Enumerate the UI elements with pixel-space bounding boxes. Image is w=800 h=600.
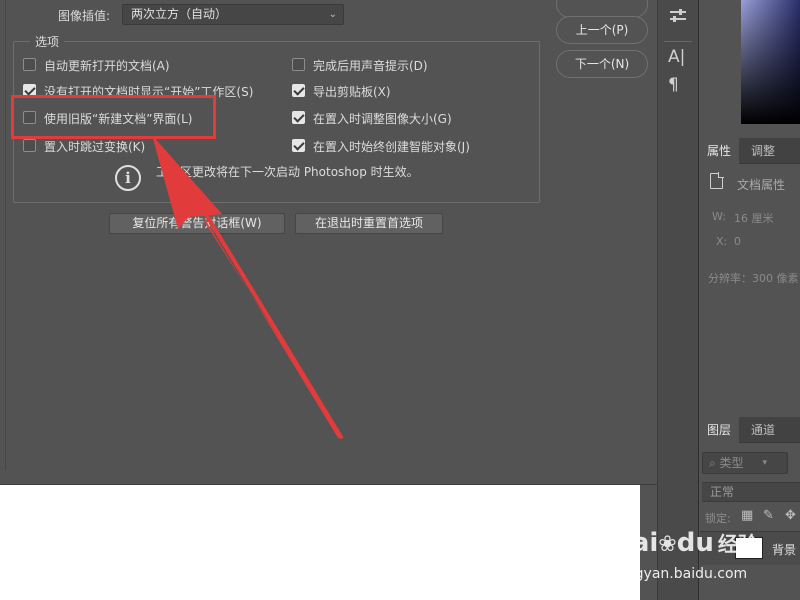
interpolation-value: 两次立方（自动） — [131, 7, 228, 21]
smart-object-label: 在置入时始终创建智能对象(J) — [313, 140, 470, 154]
layer-filter-label: 类型 — [719, 456, 744, 470]
info-icon: i — [115, 165, 141, 191]
watermark-logo: Bai❀du 经验 — [612, 528, 758, 558]
watermark-du: du — [676, 528, 714, 558]
sliders-icon[interactable] — [668, 6, 688, 31]
paw-icon: ❀ — [658, 532, 677, 557]
sound-notify-label: 完成后用声音提示(D) — [313, 59, 428, 73]
auto-update-checkbox[interactable] — [23, 58, 36, 71]
info-text: 工作区更改将在下一次启动 Photoshop 时生效。 — [156, 165, 419, 179]
doc-properties-label: 文档属性 — [737, 178, 786, 192]
dialog-left-edge — [0, 0, 6, 470]
reset-prefs-button[interactable]: 在退出时重置首选项 — [295, 213, 443, 234]
export-clipboard-label: 导出剪贴板(X) — [313, 85, 391, 99]
prev-button[interactable]: 上一个(P) — [556, 16, 648, 44]
watermark-url: jingyan.baidu.com — [618, 566, 748, 582]
tab-channels[interactable]: 通道 — [743, 417, 783, 443]
tab-properties[interactable]: 属性 — [699, 138, 740, 164]
options-group-title: 选项 — [30, 33, 65, 50]
next-button[interactable]: 下一个(N) — [556, 50, 648, 78]
interpolation-select[interactable]: 两次立方（自动） ⌄ — [122, 4, 344, 25]
width-label: W: — [712, 210, 726, 223]
layer-name[interactable]: 背景 — [772, 541, 796, 558]
document-icon — [710, 172, 724, 189]
lock-brush-icon[interactable]: ✎ — [763, 508, 774, 523]
interpolation-label: 图像插值: — [58, 9, 111, 23]
lock-label: 锁定: — [705, 512, 731, 525]
resize-on-place-label: 在置入时调整图像大小(G) — [313, 112, 452, 126]
resize-on-place-checkbox[interactable] — [292, 111, 305, 124]
x-value[interactable]: 0 — [734, 235, 741, 248]
skip-transform-checkbox[interactable] — [23, 139, 36, 152]
resolution-text: 分辨率：300 像素 — [708, 272, 799, 285]
blend-mode-select[interactable]: 正常 — [702, 482, 800, 502]
layers-tabs: 图层 通道 — [699, 417, 800, 443]
sound-notify-checkbox[interactable] — [292, 58, 305, 71]
highlight-box — [11, 95, 216, 139]
strip-divider — [664, 41, 692, 42]
chevron-down-icon: ⌄ — [328, 9, 337, 20]
watermark-jingyan: 经验 — [717, 532, 758, 556]
width-value[interactable]: 16 厘米 — [734, 210, 774, 226]
smart-object-checkbox[interactable] — [292, 139, 305, 152]
export-clipboard-checkbox[interactable] — [292, 84, 305, 97]
properties-tabs: 属性 调整 — [699, 138, 800, 164]
tab-layers[interactable]: 图层 — [699, 417, 740, 443]
color-picker-field[interactable] — [741, 0, 800, 124]
auto-update-label: 自动更新打开的文档(A) — [44, 59, 170, 73]
x-label: X: — [716, 235, 728, 248]
character-icon[interactable]: A| — [668, 47, 685, 67]
layer-filter-select[interactable]: ⌕ 类型 ▾ — [702, 452, 788, 474]
lock-move-icon[interactable]: ✥ — [785, 508, 796, 523]
lock-transparent-icon[interactable]: ▦ — [741, 508, 753, 523]
watermark-bai: Bai — [612, 528, 659, 558]
paragraph-icon[interactable]: ¶ — [668, 75, 679, 95]
tab-adjustments[interactable]: 调整 — [743, 138, 783, 164]
preferences-dialog: 图像插值: 两次立方（自动） ⌄ 上一个(P) 下一个(N) 选项 自动更新打开… — [0, 0, 658, 485]
skip-transform-label: 置入时跳过变换(K) — [44, 140, 146, 154]
reset-warnings-button[interactable]: 复位所有警告对话框(W) — [109, 213, 285, 234]
